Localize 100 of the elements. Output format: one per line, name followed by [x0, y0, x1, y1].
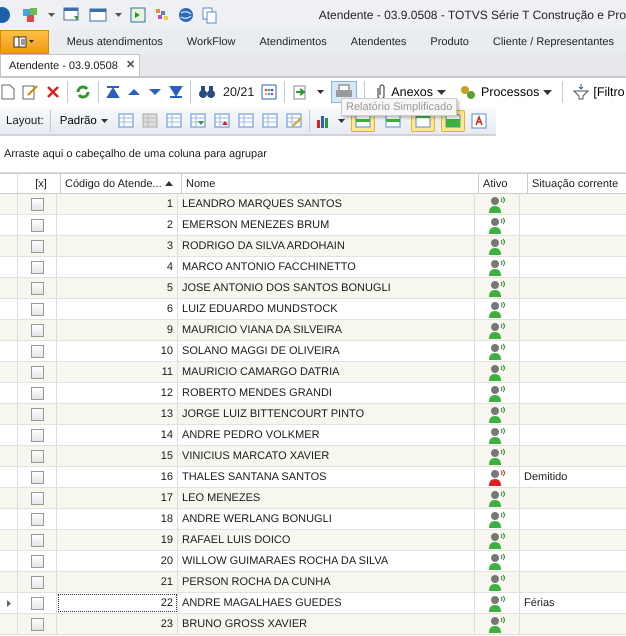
ribbon-tab[interactable]: WorkFlow: [174, 30, 248, 54]
table-row[interactable]: 15 VINICIUS MARCATO XAVIER: [0, 446, 626, 467]
table-cell: RAFAEL LUIS DOICO: [178, 530, 475, 550]
ribbon-tab[interactable]: Meus atendimentos: [54, 30, 175, 54]
binoculars-icon[interactable]: [198, 85, 216, 99]
column-header[interactable]: Situação corrente: [528, 174, 626, 193]
ribbon-tab[interactable]: Cliente / Representantes: [480, 30, 626, 54]
checkbox[interactable]: [30, 198, 44, 210]
checkbox[interactable]: [30, 324, 44, 336]
grid-style-icon: [384, 114, 401, 128]
exit-window-icon[interactable]: [130, 7, 146, 23]
table-row[interactable]: 16 THALES SANTANA SANTOS Demitido: [0, 467, 626, 488]
table-row[interactable]: 21 PERSON ROCHA DA CUNHA: [0, 572, 626, 593]
caret-icon[interactable]: [317, 90, 324, 94]
table-row[interactable]: 13 JORGE LUIZ BITTENCOURT PINTO: [0, 404, 626, 425]
checkbox[interactable]: [30, 366, 44, 378]
columns-icon[interactable]: [236, 113, 255, 129]
table-row[interactable]: 23 BRUNO GROSS XAVIER: [0, 614, 626, 635]
table-row[interactable]: 1 LEANDRO MARQUES SANTOS: [0, 194, 626, 215]
checkbox[interactable]: [30, 492, 44, 504]
table-row[interactable]: 2 EMERSON MENEZES BRUM: [0, 215, 626, 236]
checkbox[interactable]: [30, 302, 44, 316]
checkbox[interactable]: [30, 282, 44, 294]
table-cell: 23: [57, 614, 178, 634]
delete-layout-icon[interactable]: [140, 113, 159, 129]
next-record-icon[interactable]: [148, 88, 162, 96]
checkbox[interactable]: [30, 576, 44, 588]
grid-export-icon[interactable]: [212, 113, 231, 129]
checkbox[interactable]: [30, 618, 44, 630]
checkbox[interactable]: [30, 470, 44, 484]
previous-record-icon[interactable]: [127, 88, 141, 96]
table-row[interactable]: 18 ANDRE WERLANG BONUGLI: [0, 509, 626, 530]
table-cell: WILLOW GUIMARAES ROCHA DA SILVA: [178, 551, 475, 571]
caret-icon[interactable]: [338, 119, 345, 123]
checkbox[interactable]: [30, 450, 44, 462]
document-tab[interactable]: Atendente - 03.9.0508 ✕: [0, 54, 140, 76]
table-cell: 17: [57, 488, 178, 508]
ribbon-tab[interactable]: Atendimentos: [247, 30, 339, 54]
column-header[interactable]: Nome: [182, 174, 479, 193]
table-row[interactable]: 12 ROBERTO MENDES GRANDI: [0, 383, 626, 404]
cubes-icon[interactable]: [22, 7, 40, 23]
table-row[interactable]: 9 MAURICIO VIANA DA SILVEIRA: [0, 320, 626, 341]
grid-icon[interactable]: [164, 113, 183, 129]
checkbox[interactable]: [30, 534, 44, 546]
table-row[interactable]: 6 LUIZ EDUARDO MUNDSTOCK: [0, 299, 626, 320]
column-header[interactable]: Ativo: [479, 174, 528, 193]
edit-icon[interactable]: [22, 84, 39, 100]
table-row[interactable]: 4 MARCO ANTONIO FACCHINETTO: [0, 257, 626, 278]
table-row[interactable]: 5 JOSE ANTONIO DOS SANTOS BONUGLI: [0, 278, 626, 299]
globe-icon[interactable]: [178, 7, 194, 23]
checkbox[interactable]: [30, 596, 44, 610]
new-document-icon[interactable]: [1, 84, 15, 100]
table-cell: PERSON ROCHA DA CUNHA: [178, 572, 475, 592]
window-download-icon[interactable]: [63, 7, 81, 23]
table-row[interactable]: 17 LEO MENEZES: [0, 488, 626, 509]
palette-icon[interactable]: [154, 7, 170, 23]
layout-dropdown[interactable]: Padrão: [56, 115, 111, 127]
printer-icon: [335, 84, 354, 100]
column-header[interactable]: [x]: [18, 174, 61, 193]
copy-icon[interactable]: [202, 6, 218, 24]
table-row[interactable]: 3 RODRIGO DA SILVA ARDOHAIN: [0, 236, 626, 257]
table-cell: ANDRE MAGALHAES GUEDES: [178, 593, 475, 613]
column-header[interactable]: Código do Atende...: [61, 174, 182, 193]
save-layout-icon[interactable]: [116, 113, 135, 129]
checkbox[interactable]: [30, 428, 44, 442]
grid-edit-icon[interactable]: [284, 113, 303, 129]
processes-button[interactable]: Processos: [456, 84, 556, 100]
table-row[interactable]: 10 SOLANO MAGGI DE OLIVEIRA: [0, 341, 626, 362]
grid-import-icon[interactable]: [188, 113, 207, 129]
first-record-icon[interactable]: [106, 86, 120, 98]
window-icon[interactable]: [89, 8, 107, 22]
caret-icon[interactable]: [115, 13, 122, 17]
caret-icon: [100, 119, 108, 123]
table-row[interactable]: 14 ANDRE PEDRO VOLKMER: [0, 425, 626, 446]
sum-icon[interactable]: [260, 113, 279, 129]
checkbox[interactable]: [30, 240, 44, 252]
checkbox[interactable]: [30, 408, 44, 420]
text-style-icon[interactable]: [470, 113, 487, 129]
attachments-button[interactable]: Anexos: [372, 84, 449, 100]
last-record-icon[interactable]: [169, 86, 183, 98]
table-row[interactable]: 20 WILLOW GUIMARAES ROCHA DA SILVA: [0, 551, 626, 572]
refresh-icon[interactable]: [75, 84, 91, 100]
table-row[interactable]: 22 ANDRE MAGALHAES GUEDES Férias: [0, 593, 626, 614]
checkbox[interactable]: [30, 218, 44, 232]
application-menu-button[interactable]: [0, 30, 49, 54]
close-button[interactable]: ✕: [126, 60, 135, 71]
checkbox[interactable]: [30, 386, 44, 400]
caret-icon[interactable]: [48, 13, 55, 17]
checkbox[interactable]: [30, 260, 44, 274]
filter-button[interactable]: [Filtro: [570, 84, 626, 100]
delete-icon[interactable]: [46, 85, 60, 99]
table-row[interactable]: 11 MAURICIO CAMARGO DATRIA: [0, 362, 626, 383]
table-row[interactable]: 19 RAFAEL LUIS DOICO: [0, 530, 626, 551]
ribbon-tab[interactable]: Produto: [418, 30, 481, 54]
checkbox[interactable]: [30, 554, 44, 568]
ribbon-tab[interactable]: Atendentes: [338, 30, 418, 54]
checkbox[interactable]: [30, 512, 44, 526]
calendar-grid-icon[interactable]: [261, 84, 278, 100]
paperclip-icon: [375, 84, 388, 100]
checkbox[interactable]: [30, 344, 44, 358]
